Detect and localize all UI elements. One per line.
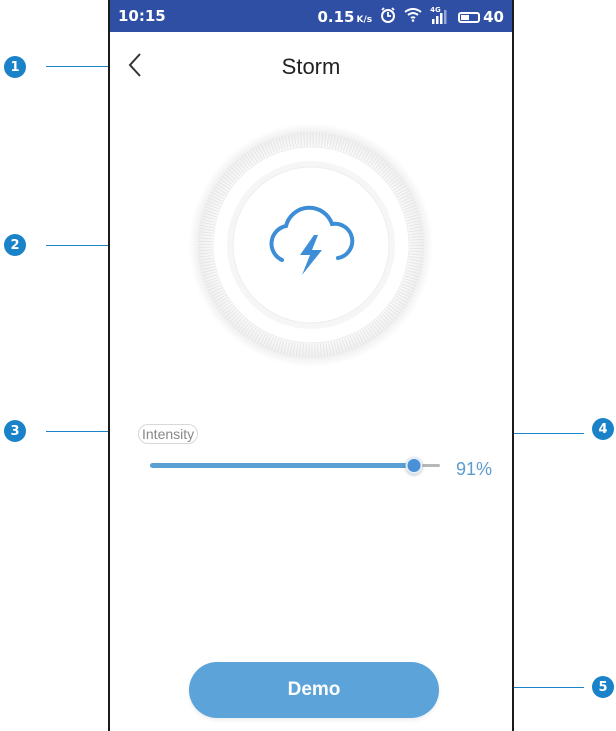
- callout-number: 4: [598, 421, 608, 437]
- slider-thumb[interactable]: [405, 457, 423, 474]
- status-bar: 10:15 0.15 K/s 4G 40: [110, 0, 512, 32]
- speed-value: 0.15: [317, 8, 355, 26]
- status-time: 10:15: [118, 7, 166, 25]
- scene-dial: [188, 122, 434, 368]
- speed-unit: K/s: [356, 15, 373, 25]
- callout-4: 4: [592, 418, 614, 440]
- callout-number: 1: [10, 59, 20, 75]
- callout-2: 2: [4, 234, 26, 256]
- intensity-label: Intensity: [138, 424, 199, 444]
- callout-1: 1: [4, 56, 26, 78]
- intensity-slider[interactable]: [150, 456, 440, 476]
- battery-icon: 40: [458, 8, 504, 26]
- battery-level: 40: [483, 8, 504, 26]
- page-title: Storm: [281, 54, 341, 79]
- phone-screen: 10:15 0.15 K/s 4G 40 Storm Intensity 91%…: [108, 0, 514, 731]
- callout-number: 3: [10, 423, 20, 439]
- callout-line-1: [46, 66, 116, 67]
- demo-button[interactable]: Demo: [189, 662, 439, 718]
- signal-icon: 4G: [430, 6, 450, 25]
- callout-3: 3: [4, 420, 26, 442]
- status-indicators: 0.15 K/s 4G 40: [317, 6, 504, 27]
- intensity-value: 91%: [456, 459, 493, 479]
- network-speed: 0.15 K/s: [317, 8, 372, 26]
- slider-fill: [150, 463, 414, 468]
- network-type: 4G: [430, 6, 441, 14]
- callout-number: 2: [10, 237, 20, 253]
- alarm-icon: [380, 7, 396, 27]
- battery-body: [458, 11, 481, 23]
- callout-number: 5: [598, 679, 608, 695]
- callout-5: 5: [592, 676, 614, 698]
- wifi-icon: [404, 8, 422, 26]
